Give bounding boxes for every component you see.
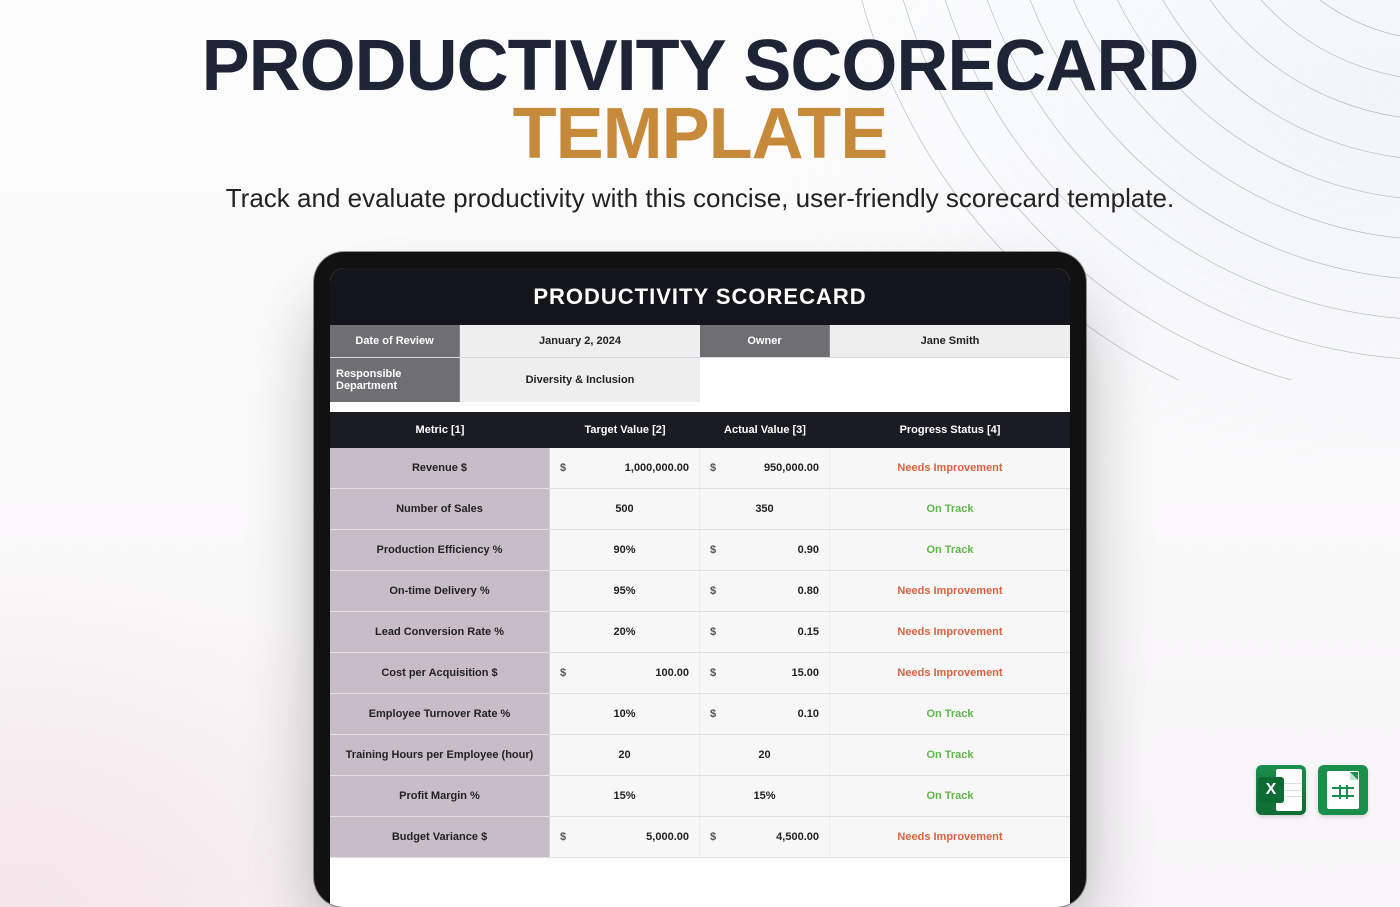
th-status: Progress Status [4] <box>830 412 1070 448</box>
cell-metric: Number of Sales <box>330 489 550 529</box>
table-header: Metric [1] Target Value [2] Actual Value… <box>330 412 1070 448</box>
scorecard-meta: Date of Review January 2, 2024 Owner Jan… <box>330 325 1070 402</box>
tablet-screen: PRODUCTIVITY SCORECARD Date of Review Ja… <box>330 268 1070 907</box>
cell-metric: On-time Delivery % <box>330 571 550 611</box>
cell-metric: Budget Variance $ <box>330 817 550 857</box>
meta-date-label: Date of Review <box>330 325 460 357</box>
cell-target: 15% <box>550 776 700 816</box>
hero-title: PRODUCTIVITY SCORECARD TEMPLATE <box>0 32 1400 169</box>
th-metric: Metric [1] <box>330 412 550 448</box>
cell-status: On Track <box>830 530 1070 570</box>
cell-target: 95% <box>550 571 700 611</box>
meta-date-value: January 2, 2024 <box>460 325 700 357</box>
cell-status: On Track <box>830 776 1070 816</box>
table-row: Cost per Acquisition $$100.00$15.00Needs… <box>330 653 1070 694</box>
cell-metric: Cost per Acquisition $ <box>330 653 550 693</box>
cell-status: Needs Improvement <box>830 817 1070 857</box>
cell-metric: Employee Turnover Rate % <box>330 694 550 734</box>
cell-status: On Track <box>830 735 1070 775</box>
cell-actual: $4,500.00 <box>700 817 830 857</box>
meta-dept-value: Diversity & Inclusion <box>460 358 700 402</box>
meta-blank <box>700 358 1070 402</box>
cell-metric: Training Hours per Employee (hour) <box>330 735 550 775</box>
cell-status: Needs Improvement <box>830 612 1070 652</box>
cell-target: 10% <box>550 694 700 734</box>
scorecard-title: PRODUCTIVITY SCORECARD <box>330 268 1070 325</box>
table-row: Budget Variance $$5,000.00$4,500.00Needs… <box>330 817 1070 858</box>
table-row: On-time Delivery %95%$0.80Needs Improvem… <box>330 571 1070 612</box>
cell-target: 20 <box>550 735 700 775</box>
cell-metric: Profit Margin % <box>330 776 550 816</box>
cell-status: On Track <box>830 694 1070 734</box>
excel-icon: X <box>1256 765 1306 815</box>
hero-subtitle: Track and evaluate productivity with thi… <box>0 183 1400 214</box>
cell-target: $100.00 <box>550 653 700 693</box>
table-body: Revenue $$1,000,000.00$950,000.00Needs I… <box>330 448 1070 858</box>
cell-actual: $0.15 <box>700 612 830 652</box>
app-icons: X <box>1256 765 1368 815</box>
table-row: Lead Conversion Rate %20%$0.15Needs Impr… <box>330 612 1070 653</box>
cell-actual: $15.00 <box>700 653 830 693</box>
table-row: Employee Turnover Rate %10%$0.10On Track <box>330 694 1070 735</box>
cell-actual: $0.80 <box>700 571 830 611</box>
cell-metric: Lead Conversion Rate % <box>330 612 550 652</box>
meta-dept-label: Responsible Department <box>330 358 460 402</box>
hero: PRODUCTIVITY SCORECARD TEMPLATE Track an… <box>0 0 1400 214</box>
cell-actual: 20 <box>700 735 830 775</box>
tablet-frame: PRODUCTIVITY SCORECARD Date of Review Ja… <box>314 252 1086 907</box>
hero-title-line2: TEMPLATE <box>513 94 888 174</box>
cell-status: Needs Improvement <box>830 448 1070 488</box>
cell-actual: 15% <box>700 776 830 816</box>
cell-status: Needs Improvement <box>830 653 1070 693</box>
th-target: Target Value [2] <box>550 412 700 448</box>
table-row: Number of Sales500350On Track <box>330 489 1070 530</box>
table-row: Training Hours per Employee (hour)2020On… <box>330 735 1070 776</box>
table-row: Revenue $$1,000,000.00$950,000.00Needs I… <box>330 448 1070 489</box>
cell-actual: $0.10 <box>700 694 830 734</box>
cell-metric: Production Efficiency % <box>330 530 550 570</box>
cell-actual: $0.90 <box>700 530 830 570</box>
meta-owner-value: Jane Smith <box>830 325 1070 357</box>
cell-status: On Track <box>830 489 1070 529</box>
cell-target: $1,000,000.00 <box>550 448 700 488</box>
table-row: Profit Margin %15%15%On Track <box>330 776 1070 817</box>
cell-target: 90% <box>550 530 700 570</box>
meta-owner-label: Owner <box>700 325 830 357</box>
cell-actual: $950,000.00 <box>700 448 830 488</box>
cell-target: $5,000.00 <box>550 817 700 857</box>
cell-metric: Revenue $ <box>330 448 550 488</box>
google-sheets-icon <box>1318 765 1368 815</box>
cell-target: 20% <box>550 612 700 652</box>
cell-target: 500 <box>550 489 700 529</box>
th-actual: Actual Value [3] <box>700 412 830 448</box>
table-row: Production Efficiency %90%$0.90On Track <box>330 530 1070 571</box>
cell-actual: 350 <box>700 489 830 529</box>
cell-status: Needs Improvement <box>830 571 1070 611</box>
